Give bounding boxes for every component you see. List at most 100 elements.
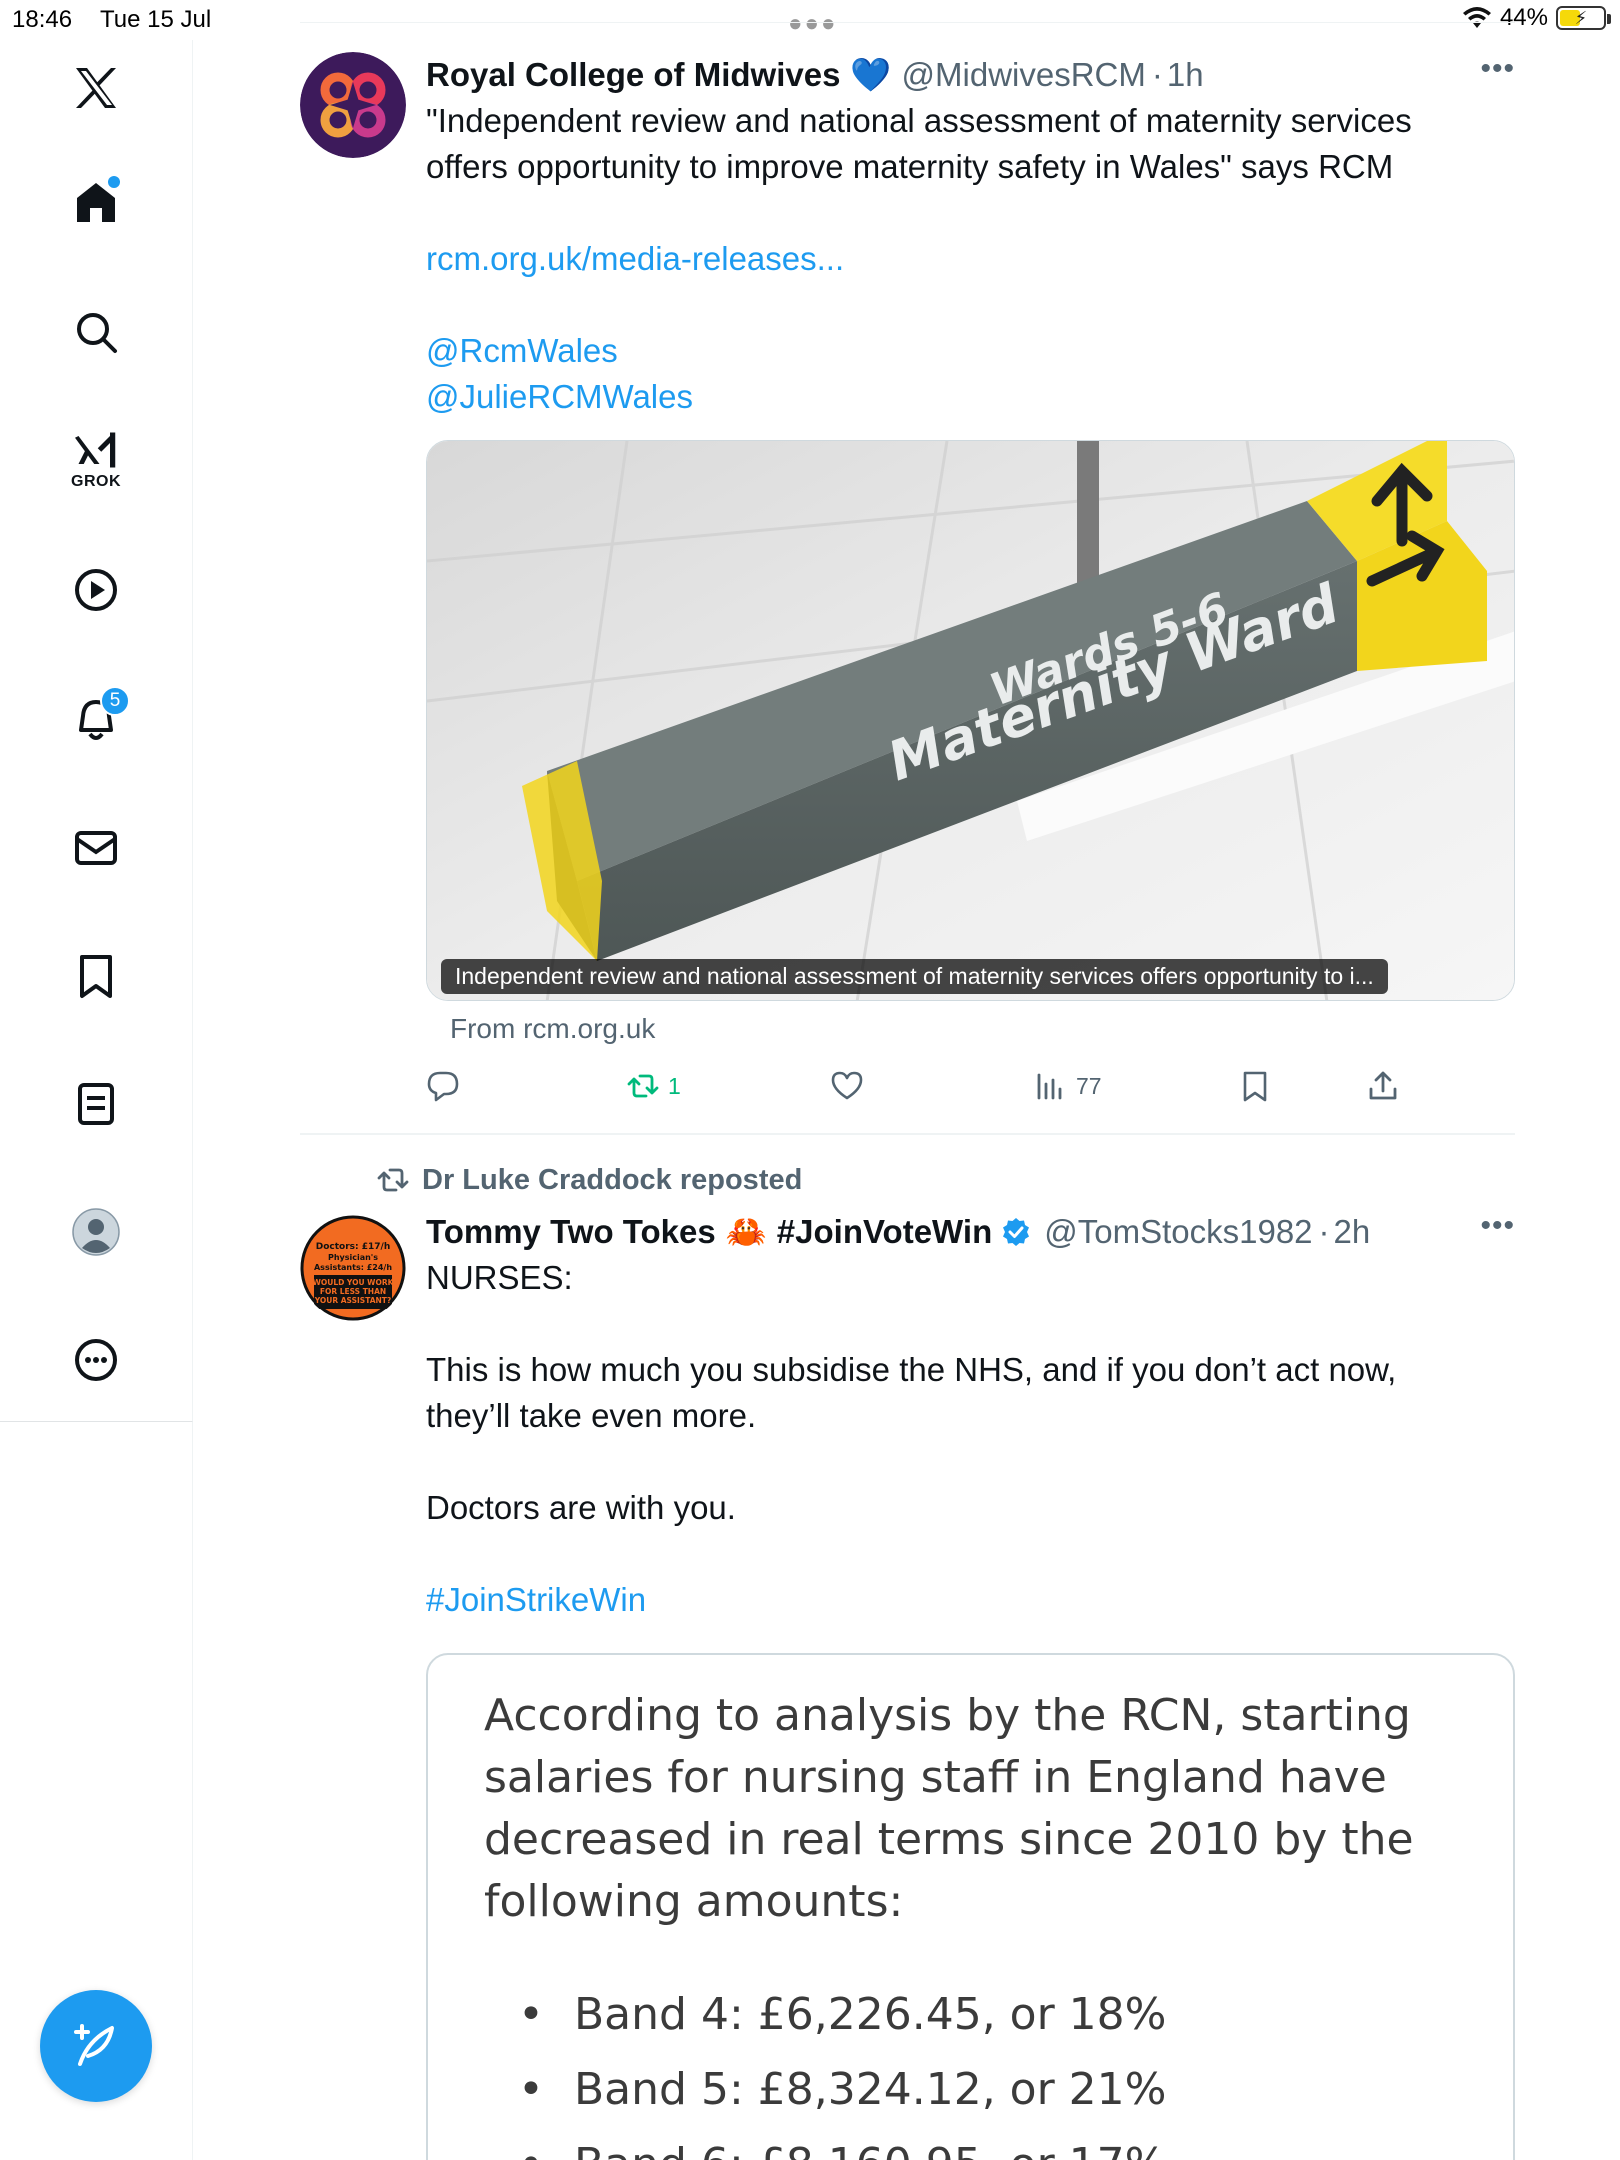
share-icon (1369, 1071, 1397, 1100)
tweet-text-line: offers opportunity to improve maternity … (426, 148, 1394, 185)
author-handle[interactable]: @MidwivesRCM (902, 56, 1146, 94)
sidebar-item-lists[interactable] (56, 1064, 136, 1144)
charging-bolt-icon: ⚡ (1574, 7, 1588, 28)
tweet-divider (300, 1133, 1515, 1135)
tweet-text-line: This is how much you subsidise the NHS, … (426, 1351, 1397, 1388)
link-card-image[interactable]: Wards 5-6 Maternity Ward Independent rev… (426, 440, 1515, 1001)
bookmark-button[interactable] (1238, 1069, 1272, 1103)
repost-button[interactable]: 1 (626, 1069, 681, 1103)
sidebar: GROK 5 (0, 40, 193, 1422)
svg-text:FOR LESS THAN: FOR LESS THAN (320, 1287, 386, 1296)
sidebar-item-videos[interactable] (56, 550, 136, 630)
tweet-image-card[interactable]: According to analysis by the RCN, starti… (426, 1653, 1515, 2160)
card-paragraph: According to analysis by the RCN, starti… (484, 1690, 1414, 1927)
search-icon (77, 313, 117, 353)
sidebar-item-grok-label: GROK (71, 473, 121, 490)
status-time: 18:46 (12, 6, 73, 33)
tweet-text-line: NURSES: (426, 1259, 573, 1296)
tweet-text: NURSES: This is how much you subsidise t… (426, 1255, 1515, 1623)
home-unread-dot (108, 176, 120, 188)
feed-top-divider (300, 22, 1515, 23)
media-caption: Independent review and national assessme… (441, 959, 1388, 994)
tweet-text-line: "Independent review and national assessm… (426, 102, 1412, 139)
status-date: Tue 15 Jul (100, 6, 212, 33)
battery-percent: 44% (1499, 4, 1548, 31)
svg-text:WOULD YOU WORK: WOULD YOU WORK (313, 1278, 395, 1287)
mail-icon (75, 831, 117, 865)
like-button[interactable] (830, 1069, 864, 1103)
sidebar-item-messages[interactable] (56, 808, 136, 888)
avatar-image: Doctors: £17/h Physician's Assistants: £… (300, 1215, 406, 1321)
repost-icon (377, 1168, 409, 1192)
x-logo-icon (76, 68, 116, 108)
multitasking-dots-icon[interactable]: ●●● (788, 10, 838, 38)
sidebar-item-profile[interactable] (56, 1192, 136, 1272)
timestamp[interactable]: 1h (1167, 56, 1204, 94)
card-list: Band 4: £6,226.45, or 18% Band 5: £8,324… (484, 1977, 1457, 2160)
crab-emoji: 🦀 (725, 1212, 767, 1250)
reply-button[interactable] (426, 1069, 460, 1103)
views-count: 77 (1076, 1072, 1102, 1099)
sidebar-divider (192, 1422, 193, 2160)
bookmark-icon (80, 955, 112, 998)
author-name-tag[interactable]: #JoinVoteWin (777, 1213, 992, 1251)
views-chart-icon (1037, 1073, 1062, 1100)
tweet-actions: 1 77 (426, 1059, 1515, 1119)
svg-text:Doctors: £17/h: Doctors: £17/h (316, 1242, 390, 1252)
svg-text:Assistants: £24/h: Assistants: £24/h (314, 1263, 392, 1272)
sidebar-item-home[interactable] (56, 162, 136, 242)
sidebar-item-more[interactable] (56, 1320, 136, 1400)
battery-icon: ⚡ (1556, 6, 1611, 30)
repost-count: 1 (668, 1072, 681, 1099)
play-icon (75, 569, 117, 611)
share-button[interactable] (1366, 1069, 1400, 1103)
sidebar-item-bookmarks[interactable] (56, 936, 136, 1016)
avatar-tomstocks[interactable]: Doctors: £17/h Physician's Assistants: £… (300, 1215, 406, 1321)
maternity-ward-sign-image: Wards 5-6 Maternity Ward (427, 441, 1514, 1000)
grok-icon (75, 432, 116, 468)
x-logo[interactable] (56, 48, 136, 128)
heart-icon (831, 1071, 863, 1100)
card-list-item: Band 5: £8,324.12, or 21% (484, 2052, 1457, 2127)
separator: · (1151, 56, 1163, 93)
reply-icon (427, 1071, 459, 1102)
list-icon (78, 1083, 114, 1125)
author-name[interactable]: Royal College of Midwives (426, 56, 840, 94)
tweet-text-line: they’ll take even more. (426, 1397, 757, 1434)
mention-juliercmwales[interactable]: @JulieRCMWales (426, 374, 1515, 420)
bookmark-icon (1243, 1071, 1267, 1102)
mention-rcmwales[interactable]: @RcmWales (426, 328, 1515, 374)
timestamp[interactable]: 2h (1334, 1213, 1371, 1251)
more-options-icon[interactable]: ••• (1480, 52, 1515, 86)
views-button[interactable]: 77 (1034, 1069, 1102, 1103)
sidebar-item-grok[interactable]: GROK (56, 420, 136, 500)
profile-avatar-icon (72, 1208, 120, 1256)
tweet-text-line: Doctors are with you. (426, 1489, 736, 1526)
rcm-logo-icon (300, 52, 406, 158)
sidebar-item-notifications[interactable]: 5 (56, 680, 136, 760)
svg-text:YOUR ASSISTANT?: YOUR ASSISTANT? (314, 1296, 392, 1305)
reposted-by-label: Dr Luke Craddock reposted (422, 1163, 803, 1196)
repost-context[interactable]: Dr Luke Craddock reposted (376, 1163, 802, 1197)
separator: · (1318, 1213, 1330, 1250)
more-circle-icon (75, 1339, 117, 1381)
tweet-link[interactable]: rcm.org.uk/media-releases... (426, 236, 1515, 282)
wifi-icon (1462, 7, 1491, 28)
card-list-item: Band 6: £8,160.95, or 17% (484, 2127, 1457, 2160)
author-handle[interactable]: @TomStocks1982 (1044, 1213, 1312, 1251)
compose-icon (74, 2024, 114, 2066)
compose-button[interactable] (40, 1990, 152, 2102)
tweet-header: Tommy Two Tokes 🦀 #JoinVoteWin @TomStock… (426, 1209, 1515, 1255)
link-source[interactable]: From rcm.org.uk (450, 1013, 1515, 1045)
status-bar: 18:46 Tue 15 Jul ●●● 44% ⚡ (0, 0, 1620, 40)
hashtag-joinstrikewin[interactable]: #JoinStrikeWin (426, 1577, 1515, 1623)
avatar-rcm[interactable] (300, 52, 406, 158)
repost-icon (627, 1074, 659, 1098)
svg-text:Physician's: Physician's (328, 1253, 378, 1262)
tweet-text: "Independent review and national assessm… (426, 98, 1515, 420)
notifications-badge: 5 (100, 686, 130, 716)
card-list-item: Band 4: £6,226.45, or 18% (484, 1977, 1457, 2052)
sidebar-item-explore[interactable] (56, 292, 136, 372)
author-name[interactable]: Tommy Two Tokes (426, 1213, 716, 1251)
more-options-icon[interactable]: ••• (1480, 1209, 1515, 1243)
